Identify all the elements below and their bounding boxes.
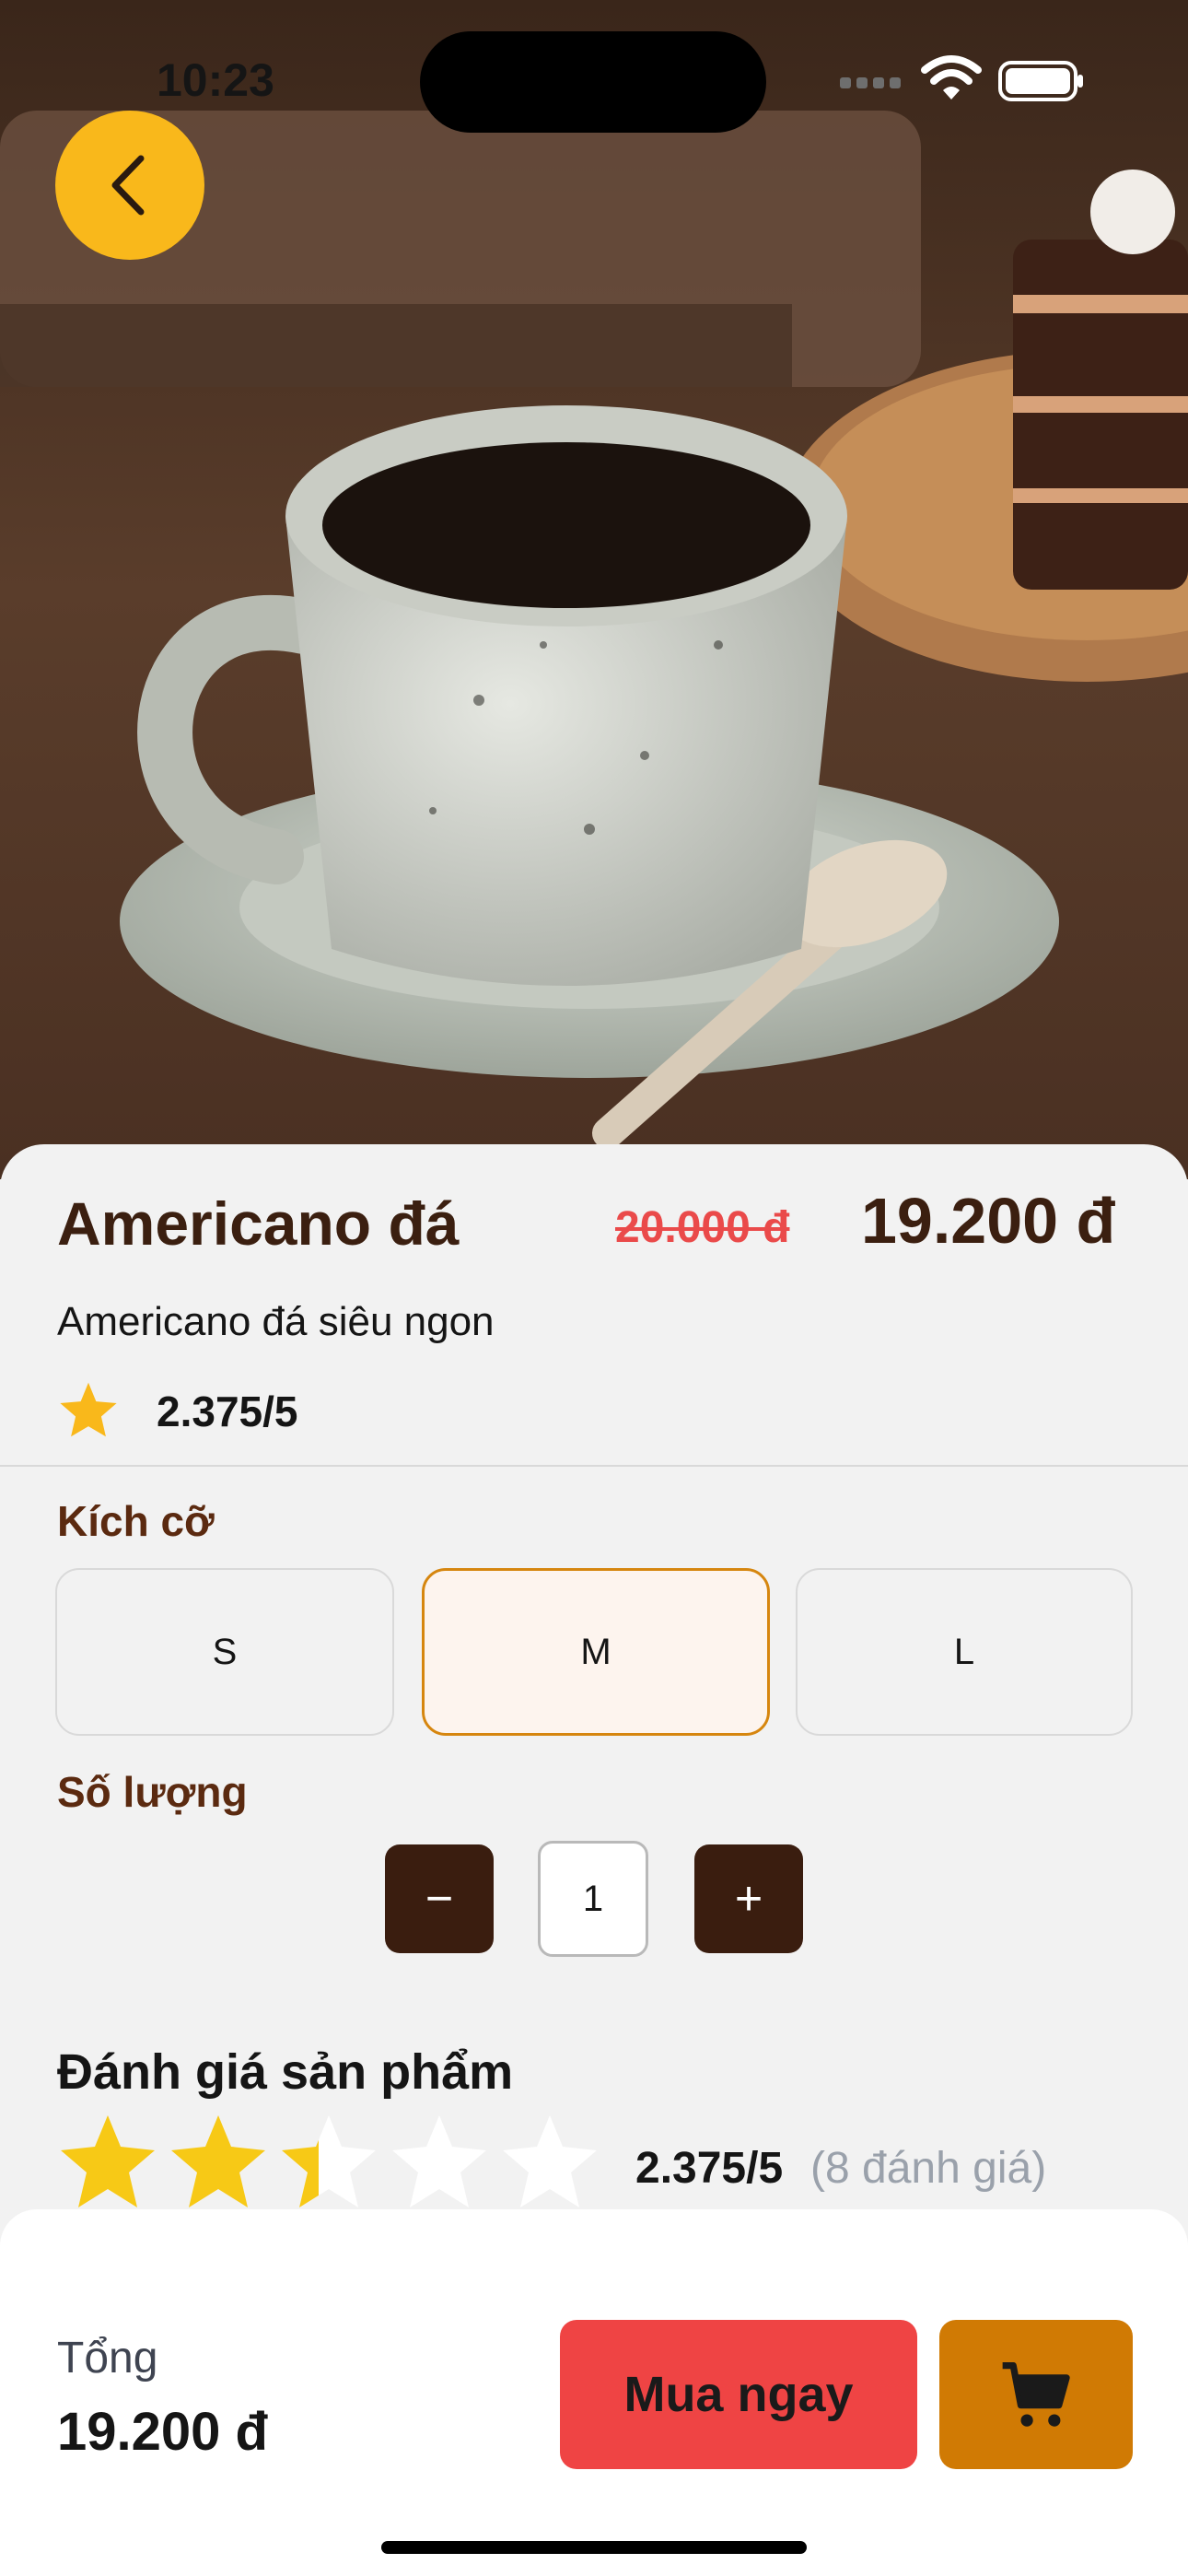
chevron-left-icon xyxy=(111,155,145,216)
reviews-title: Đánh giá sản phẩm xyxy=(57,2044,514,2100)
size-option-m[interactable]: M xyxy=(422,1568,770,1736)
star-icon xyxy=(503,2115,597,2207)
shopping-cart-icon xyxy=(1002,2361,1070,2427)
review-stars xyxy=(57,2115,628,2217)
back-button[interactable] xyxy=(55,111,204,260)
dynamic-island xyxy=(420,31,766,133)
star-icon xyxy=(171,2115,265,2207)
reviews-rating: 2.375/5 xyxy=(635,2144,784,2193)
home-indicator xyxy=(381,2541,807,2554)
size-label: Kích cỡ xyxy=(57,1497,215,1545)
star-icon xyxy=(392,2115,486,2207)
battery-icon xyxy=(998,61,1087,106)
total-value: 19.200 đ xyxy=(57,2402,268,2462)
product-name: Americano đá xyxy=(57,1189,460,1258)
total-label: Tổng xyxy=(57,2334,158,2383)
buy-now-button[interactable]: Mua ngay xyxy=(560,2320,917,2469)
original-price: 20.000 đ xyxy=(615,1203,790,1252)
quantity-label: Số lượng xyxy=(57,1768,248,1816)
quantity-decrease-button[interactable]: − xyxy=(385,1844,494,1953)
current-price: 19.200 đ xyxy=(861,1185,1116,1257)
quantity-value[interactable]: 1 xyxy=(538,1841,648,1957)
add-to-cart-button[interactable] xyxy=(939,2320,1133,2469)
star-icon xyxy=(57,1380,120,1444)
size-option-l[interactable]: L xyxy=(796,1568,1133,1736)
product-description: Americano đá siêu ngon xyxy=(57,1299,495,1344)
quantity-increase-button[interactable]: + xyxy=(694,1844,803,1953)
size-option-s[interactable]: S xyxy=(55,1568,394,1736)
star-icon xyxy=(61,2115,155,2207)
star-icon xyxy=(282,2115,376,2207)
reviews-count: (8 đánh giá) xyxy=(810,2144,1047,2193)
product-rating: 2.375/5 xyxy=(157,1388,298,1435)
status-time: 10:23 xyxy=(157,54,274,106)
wifi-icon xyxy=(921,55,982,108)
divider xyxy=(0,1465,1188,1467)
cellular-icon xyxy=(838,63,903,95)
